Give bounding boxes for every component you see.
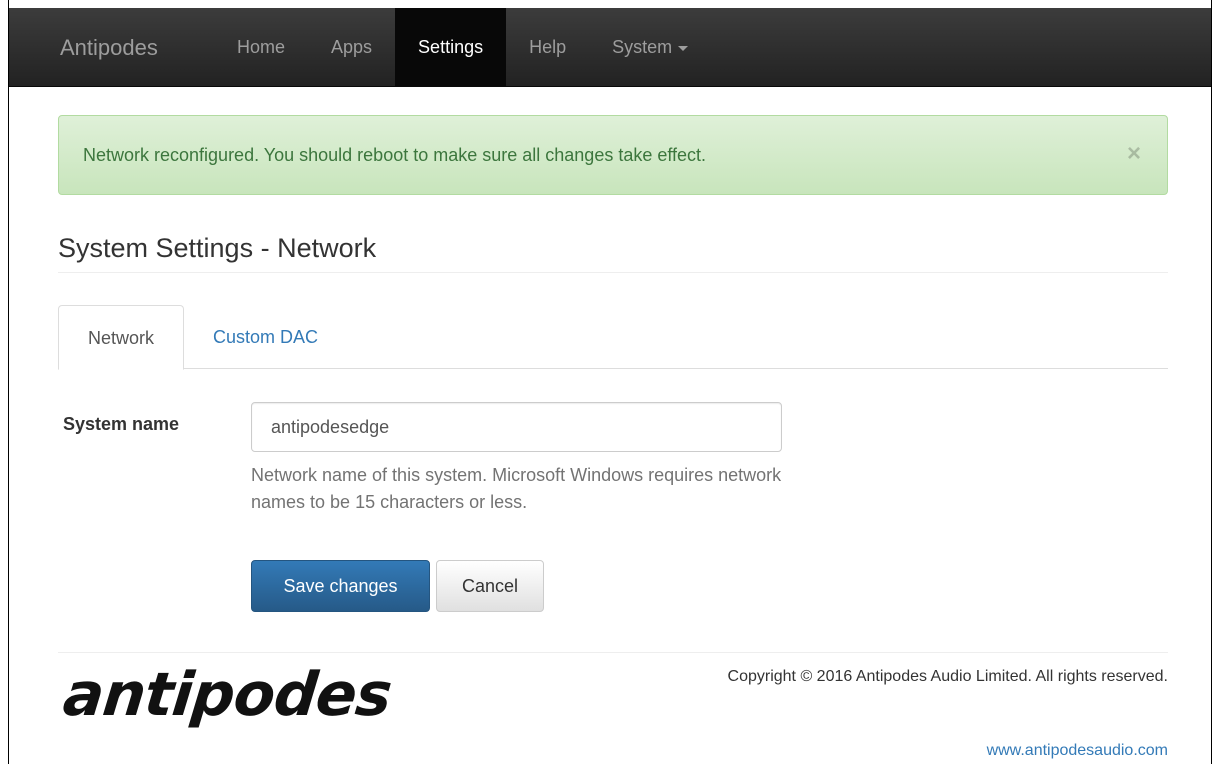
nav-item-home[interactable]: Home [214, 8, 308, 87]
save-changes-button[interactable]: Save changes [251, 560, 430, 612]
footer-divider [58, 652, 1168, 653]
website-link[interactable]: www.antipodesaudio.com [987, 742, 1168, 760]
nav-item-apps[interactable]: Apps [308, 8, 395, 87]
title-divider [58, 272, 1168, 273]
nav-item-help[interactable]: Help [506, 8, 589, 87]
system-name-help-text: Network name of this system. Microsoft W… [251, 465, 782, 512]
settings-tabs: Network Custom DAC [58, 305, 1168, 370]
tab-custom-dac[interactable]: Custom DAC [188, 305, 343, 369]
system-name-label: System name [63, 414, 180, 434]
cancel-button[interactable]: Cancel [436, 560, 544, 612]
window-left-border [8, 0, 9, 764]
copyright-text: Copyright © 2016 Antipodes Audio Limited… [727, 668, 1168, 685]
caret-down-icon [678, 45, 689, 51]
nav-item-system-dropdown[interactable]: System [589, 8, 711, 87]
nav-item-settings[interactable]: Settings [395, 8, 507, 87]
antipodes-logo: antipodes [60, 660, 395, 730]
window-right-border [1211, 0, 1212, 764]
page-title: System Settings - Network [58, 233, 377, 263]
window-top-margin [8, 0, 1212, 8]
brand-link[interactable]: Antipodes [60, 8, 158, 87]
tab-network[interactable]: Network [58, 305, 184, 370]
system-name-input[interactable] [251, 402, 782, 452]
close-icon[interactable]: × [1127, 142, 1141, 166]
nav-item-system-label: System [612, 37, 673, 57]
success-alert: Network reconfigured. You should reboot … [58, 115, 1168, 195]
top-navbar: Antipodes Home Apps Settings Help System [9, 8, 1211, 87]
alert-message: Network reconfigured. You should reboot … [83, 145, 707, 165]
nav-menu: Home Apps Settings Help System [214, 8, 711, 87]
